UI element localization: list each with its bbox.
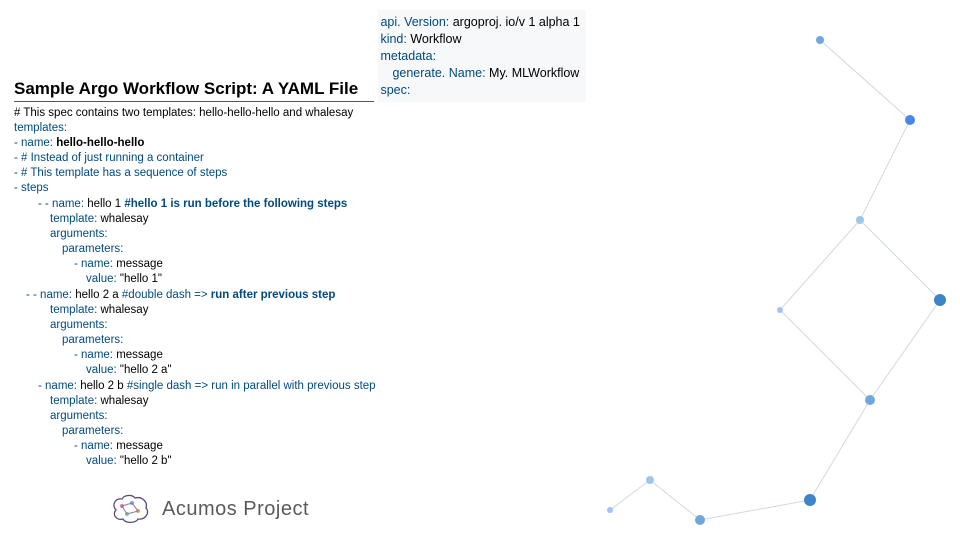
yaml-spec-block: # This spec contains two templates: hell… [14,106,946,470]
acumos-brain-icon [110,494,152,524]
footer-logo: Acumos Project [110,494,309,524]
slide-title: Sample Argo Workflow Script: A YAML File [14,79,374,102]
yaml-header-block: api. Version: argoproj. io/v 1 alpha 1 k… [378,10,585,102]
footer-logo-text: Acumos Project [162,498,309,521]
